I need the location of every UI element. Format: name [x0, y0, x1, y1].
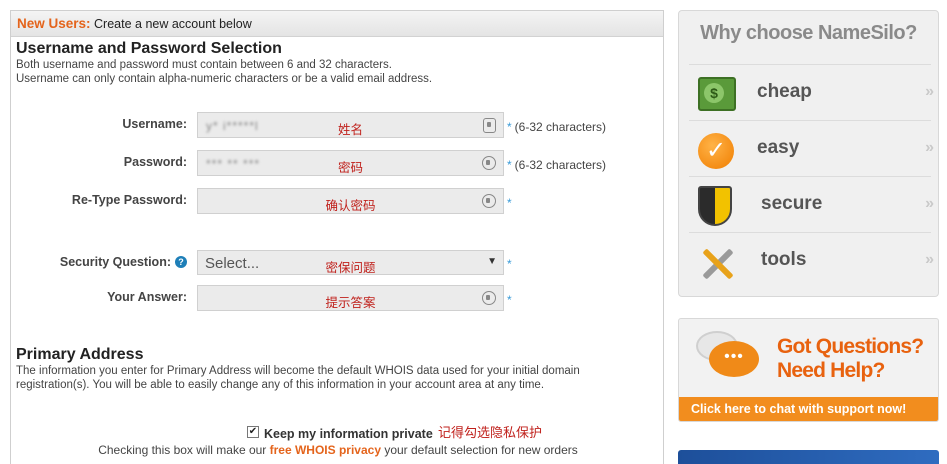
key-icon [482, 194, 496, 208]
sidebar-item-label: easy [757, 137, 800, 158]
credentials-desc-1: Both username and password must contain … [16, 59, 392, 71]
password-input[interactable]: *** ** *** 密码 [197, 150, 504, 176]
panel-header: New Users: Create a new account below [11, 11, 663, 37]
header-text: Create a new account below [94, 17, 252, 31]
answer-label: Your Answer: [107, 290, 187, 304]
required-asterisk: * [507, 293, 512, 307]
password-hint: 密码 [337, 161, 363, 175]
required-asterisk: * [507, 257, 512, 271]
retype-password-hint: 确认密码 [325, 199, 376, 213]
security-question-label: Security Question:? [11, 255, 187, 269]
support-chat-banner[interactable]: Got Questions? Need Help? Click here to … [678, 318, 939, 422]
why-choose-title: Why choose NameSilo? [700, 22, 917, 44]
security-question-hint: 密保问题 [325, 261, 376, 275]
money-icon [698, 77, 736, 111]
chat-bubble-icon [709, 341, 759, 377]
sidebar-item-cheap[interactable]: cheap » [689, 64, 934, 120]
privacy-hint: 记得勾选隐私保护 [438, 425, 543, 440]
key-icon [482, 291, 496, 305]
retype-required: * [507, 196, 512, 210]
password-required: * (6-32 characters) [507, 158, 606, 172]
sidebar-item-secure[interactable]: secure » [689, 176, 934, 232]
sidebar-item-easy[interactable]: easy » [689, 120, 934, 176]
retype-password-input[interactable]: 确认密码 [197, 188, 504, 214]
sidebar-item-tools[interactable]: tools » [689, 232, 934, 288]
privacy-checkbox-label[interactable]: Keep my information private [264, 427, 433, 441]
address-desc-1: The information you enter for Primary Ad… [16, 365, 580, 377]
why-choose-box: Why choose NameSilo? cheap » easy » secu… [678, 10, 939, 297]
privacy-checkbox[interactable]: ✔ [247, 426, 259, 438]
help-heading-2: Need Help? [777, 359, 885, 382]
checkmark-icon [698, 133, 734, 169]
chat-support-link[interactable]: Click here to chat with support now! [679, 397, 938, 421]
required-asterisk: * [507, 196, 512, 210]
registration-panel: New Users: Create a new account below Us… [10, 10, 664, 464]
security-question-select[interactable]: Select... 密保问题 ▼ [197, 250, 504, 275]
answer-hint: 提示答案 [325, 296, 376, 310]
answer-input[interactable]: 提示答案 [197, 285, 504, 311]
dropdown-caret-icon: ▼ [487, 256, 497, 267]
chevron-right-icon: » [925, 195, 934, 212]
shield-icon [698, 186, 732, 226]
credentials-title: Username and Password Selection [16, 40, 282, 57]
whois-privacy-link[interactable]: free WHOIS privacy [270, 443, 381, 457]
chevron-right-icon: » [925, 83, 934, 100]
security-question-text: Security Question: [59, 255, 171, 269]
privacy-description: Checking this box will make our free WHO… [11, 443, 665, 457]
privacy-desc-after: your default selection for new orders [381, 443, 578, 457]
address-desc-2: registration(s). You will be able to eas… [16, 379, 545, 391]
sidebar-item-label: cheap [757, 81, 812, 102]
sidebar-banner [678, 450, 939, 464]
help-icon[interactable]: ? [175, 256, 187, 268]
username-hint: 姓名 [337, 123, 363, 137]
retype-password-label: Re-Type Password: [71, 193, 187, 207]
username-input[interactable]: y* i*****l 姓名 [197, 112, 504, 138]
chevron-right-icon: » [925, 251, 934, 268]
security-required: * [507, 257, 512, 271]
username-required: * (6-32 characters) [507, 120, 606, 134]
sidebar-item-label: secure [761, 193, 823, 214]
header-highlight: New Users: [17, 16, 91, 31]
required-asterisk: * [507, 158, 512, 172]
contact-card-icon [483, 118, 496, 133]
answer-required: * [507, 293, 512, 307]
chevron-right-icon: » [925, 139, 934, 156]
help-heading-1: Got Questions? [777, 335, 924, 358]
tools-icon [698, 245, 736, 279]
sidebar-item-label: tools [761, 249, 807, 270]
username-length-note: (6-32 characters) [514, 120, 607, 134]
username-label: Username: [122, 117, 187, 131]
privacy-desc-before: Checking this box will make our [98, 443, 270, 457]
required-asterisk: * [507, 120, 512, 134]
address-title: Primary Address [16, 346, 144, 363]
password-length-note: (6-32 characters) [514, 158, 607, 172]
credentials-desc-2: Username can only contain alpha-numeric … [16, 73, 433, 85]
password-label: Password: [123, 155, 187, 169]
key-icon [482, 156, 496, 170]
